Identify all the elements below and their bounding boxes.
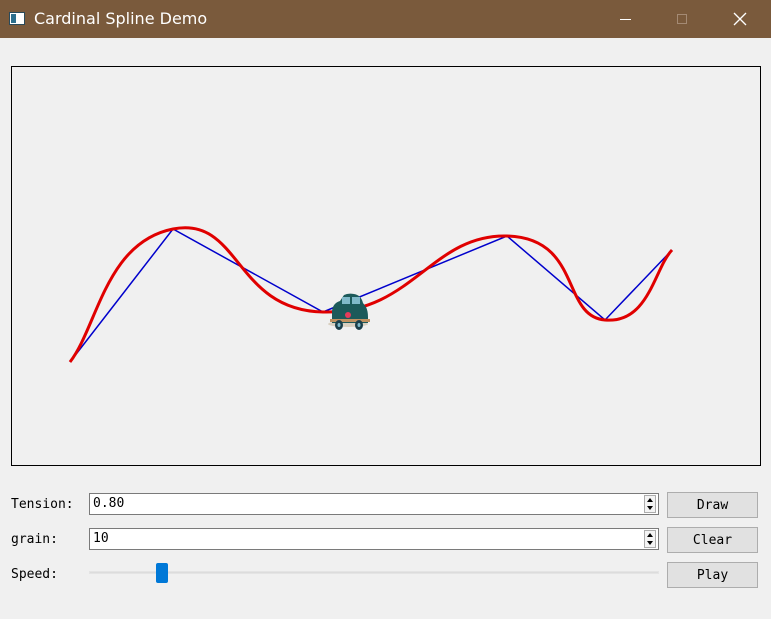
spin-up-icon[interactable] (647, 533, 653, 537)
window-title: Cardinal Spline Demo (34, 9, 208, 28)
minimize-icon (619, 18, 631, 20)
close-button[interactable] (711, 0, 769, 38)
spin-down-icon[interactable] (647, 541, 653, 545)
minimize-button[interactable] (596, 0, 654, 38)
grain-label: grain: (11, 532, 58, 547)
tension-value[interactable]: 0.80 (93, 496, 124, 511)
maximize-button[interactable] (653, 0, 711, 38)
spin-up-icon[interactable] (647, 498, 653, 502)
maximize-icon (677, 14, 687, 24)
tension-stepper[interactable] (644, 495, 656, 513)
app-icon (9, 12, 25, 25)
grain-value[interactable]: 10 (93, 531, 109, 546)
cardinal-spline-curve (68, 226, 674, 363)
grain-stepper[interactable] (644, 530, 656, 548)
clear-button[interactable]: Clear (667, 527, 758, 553)
drawing-canvas[interactable] (11, 66, 761, 466)
play-button[interactable]: Play (667, 562, 758, 588)
speed-label: Speed: (11, 567, 58, 582)
tension-spinbox[interactable]: 0.80 (89, 493, 659, 515)
spline-plot (68, 226, 674, 363)
grain-spinbox[interactable]: 10 (89, 528, 659, 550)
speed-slider-track[interactable] (89, 571, 659, 574)
spin-down-icon[interactable] (647, 506, 653, 510)
car-icon (328, 293, 370, 330)
tension-label: Tension: (11, 497, 74, 512)
close-icon (733, 12, 747, 26)
draw-button[interactable]: Draw (667, 492, 758, 518)
title-bar: Cardinal Spline Demo (0, 0, 771, 38)
control-polyline (69, 228, 673, 363)
speed-slider-handle[interactable] (155, 563, 168, 583)
